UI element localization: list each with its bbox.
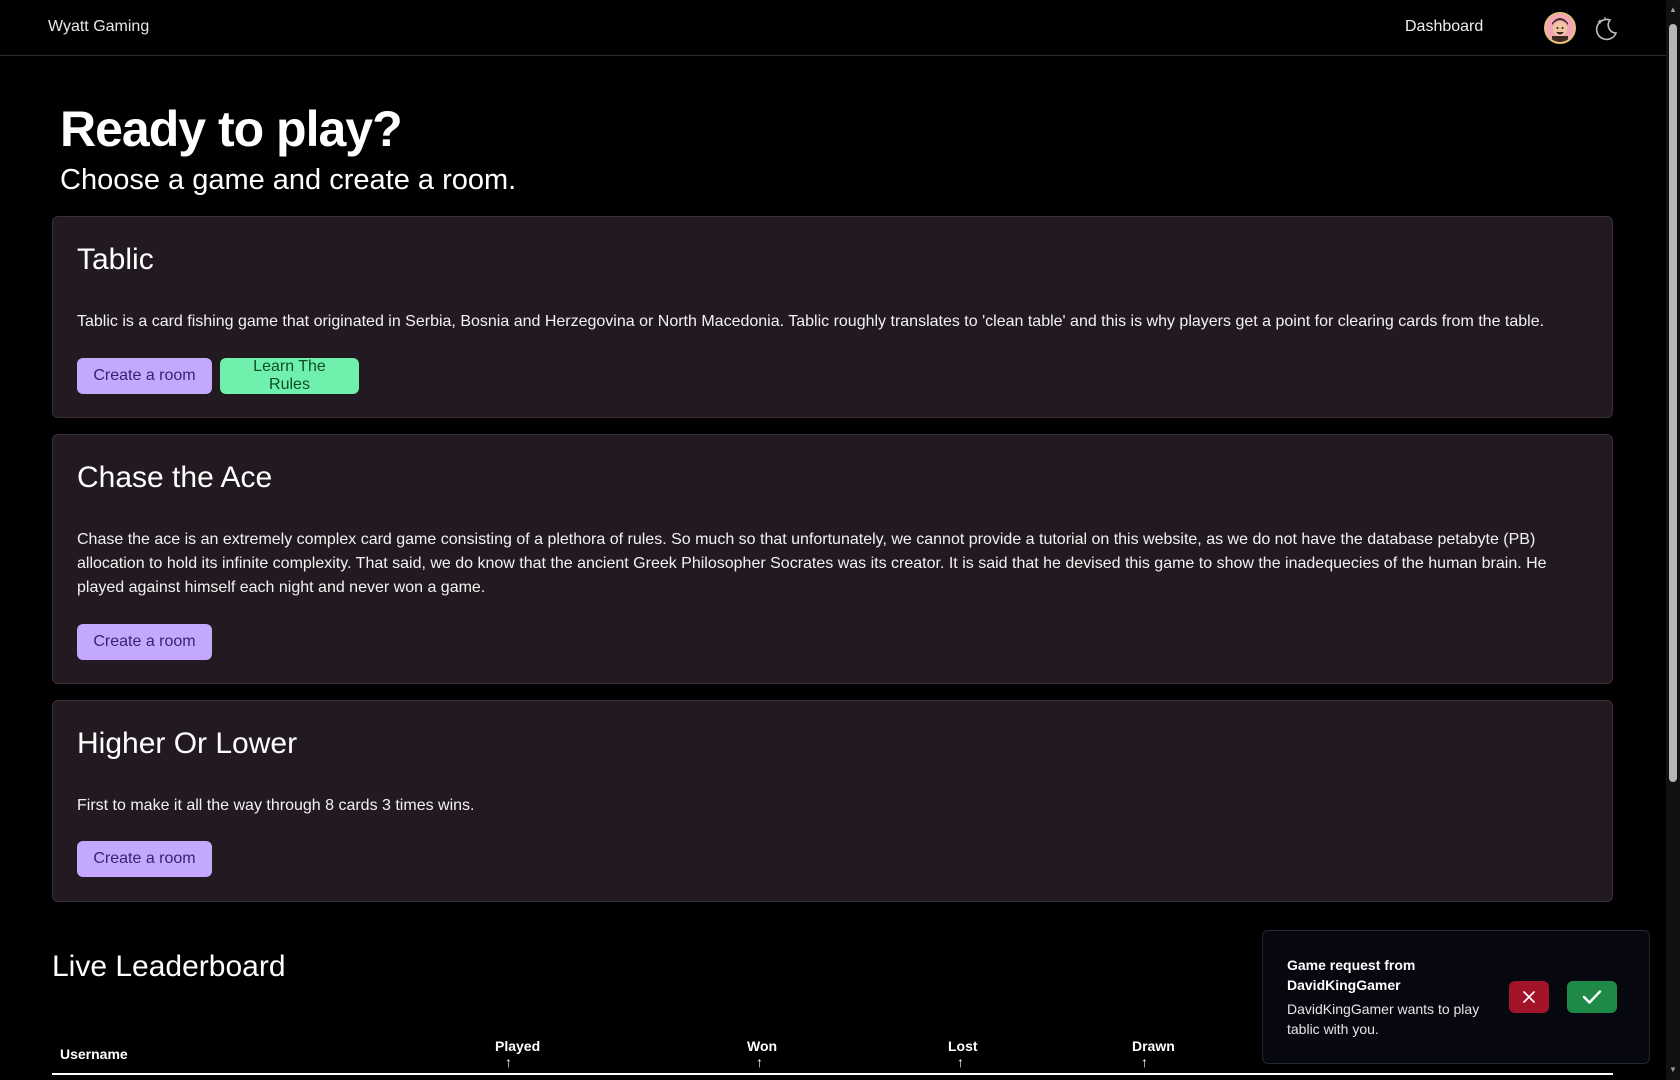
sort-arrow-up-icon[interactable]: ↑ xyxy=(756,1055,763,1069)
page-title: Ready to play? xyxy=(60,101,403,157)
column-won[interactable]: Won xyxy=(747,1038,777,1054)
accept-request-button[interactable] xyxy=(1567,981,1617,1013)
vertical-scrollbar[interactable]: ▲ ▼ xyxy=(1666,0,1680,1080)
game-description: First to make it all the way through 8 c… xyxy=(77,797,475,814)
game-card-tablic: Tablic Tablic is a card fishing game tha… xyxy=(52,216,1613,418)
scroll-up-arrow-icon[interactable]: ▲ xyxy=(1669,6,1677,14)
create-room-button[interactable]: Create a room xyxy=(77,358,212,394)
column-username[interactable]: Username xyxy=(60,1046,128,1062)
game-title: Higher Or Lower xyxy=(77,727,298,760)
game-title: Tablic xyxy=(77,243,154,276)
column-lost[interactable]: Lost xyxy=(948,1038,978,1054)
create-room-button[interactable]: Create a room xyxy=(77,624,212,660)
toast-message: DavidKingGamer wants to play tablic with… xyxy=(1287,1001,1480,1037)
user-avatar-icon xyxy=(1546,14,1574,42)
close-icon xyxy=(1523,991,1535,1003)
scroll-down-arrow-icon[interactable]: ▼ xyxy=(1669,1066,1677,1074)
game-request-toast: Game request from DavidKingGamer DavidKi… xyxy=(1262,930,1650,1064)
sort-arrow-up-icon[interactable]: ↑ xyxy=(505,1055,512,1069)
dashboard-link[interactable]: Dashboard xyxy=(1405,18,1483,36)
moon-stars-icon xyxy=(1595,17,1618,41)
game-card-chase-the-ace: Chase the Ace Chase the ace is an extrem… xyxy=(52,434,1613,684)
sort-arrow-up-icon[interactable]: ↑ xyxy=(957,1055,964,1069)
game-description: Chase the ace is an extremely complex ca… xyxy=(77,531,1547,596)
decline-request-button[interactable] xyxy=(1509,981,1549,1013)
column-played[interactable]: Played xyxy=(495,1038,540,1054)
learn-rules-button[interactable]: Learn The Rules xyxy=(220,358,359,394)
theme-toggle-button[interactable] xyxy=(1591,13,1621,43)
create-room-button[interactable]: Create a room xyxy=(77,841,212,877)
page-subtitle: Choose a game and create a room. xyxy=(60,164,517,196)
brand-name[interactable]: Wyatt Gaming xyxy=(48,18,149,36)
game-description: Tablic is a card fishing game that origi… xyxy=(77,313,1545,330)
leaderboard-title: Live Leaderboard xyxy=(52,950,286,983)
sort-arrow-up-icon[interactable]: ↑ xyxy=(1141,1055,1148,1069)
column-drawn[interactable]: Drawn xyxy=(1132,1038,1175,1054)
game-title: Chase the Ace xyxy=(77,461,273,494)
game-card-higher-or-lower: Higher Or Lower First to make it all the… xyxy=(52,700,1613,902)
avatar[interactable] xyxy=(1544,12,1576,44)
toast-title: Game request from DavidKingGamer xyxy=(1287,957,1416,993)
top-navbar: Wyatt Gaming Dashboard xyxy=(0,0,1666,56)
scrollbar-thumb[interactable] xyxy=(1669,24,1677,782)
check-icon xyxy=(1582,990,1602,1004)
